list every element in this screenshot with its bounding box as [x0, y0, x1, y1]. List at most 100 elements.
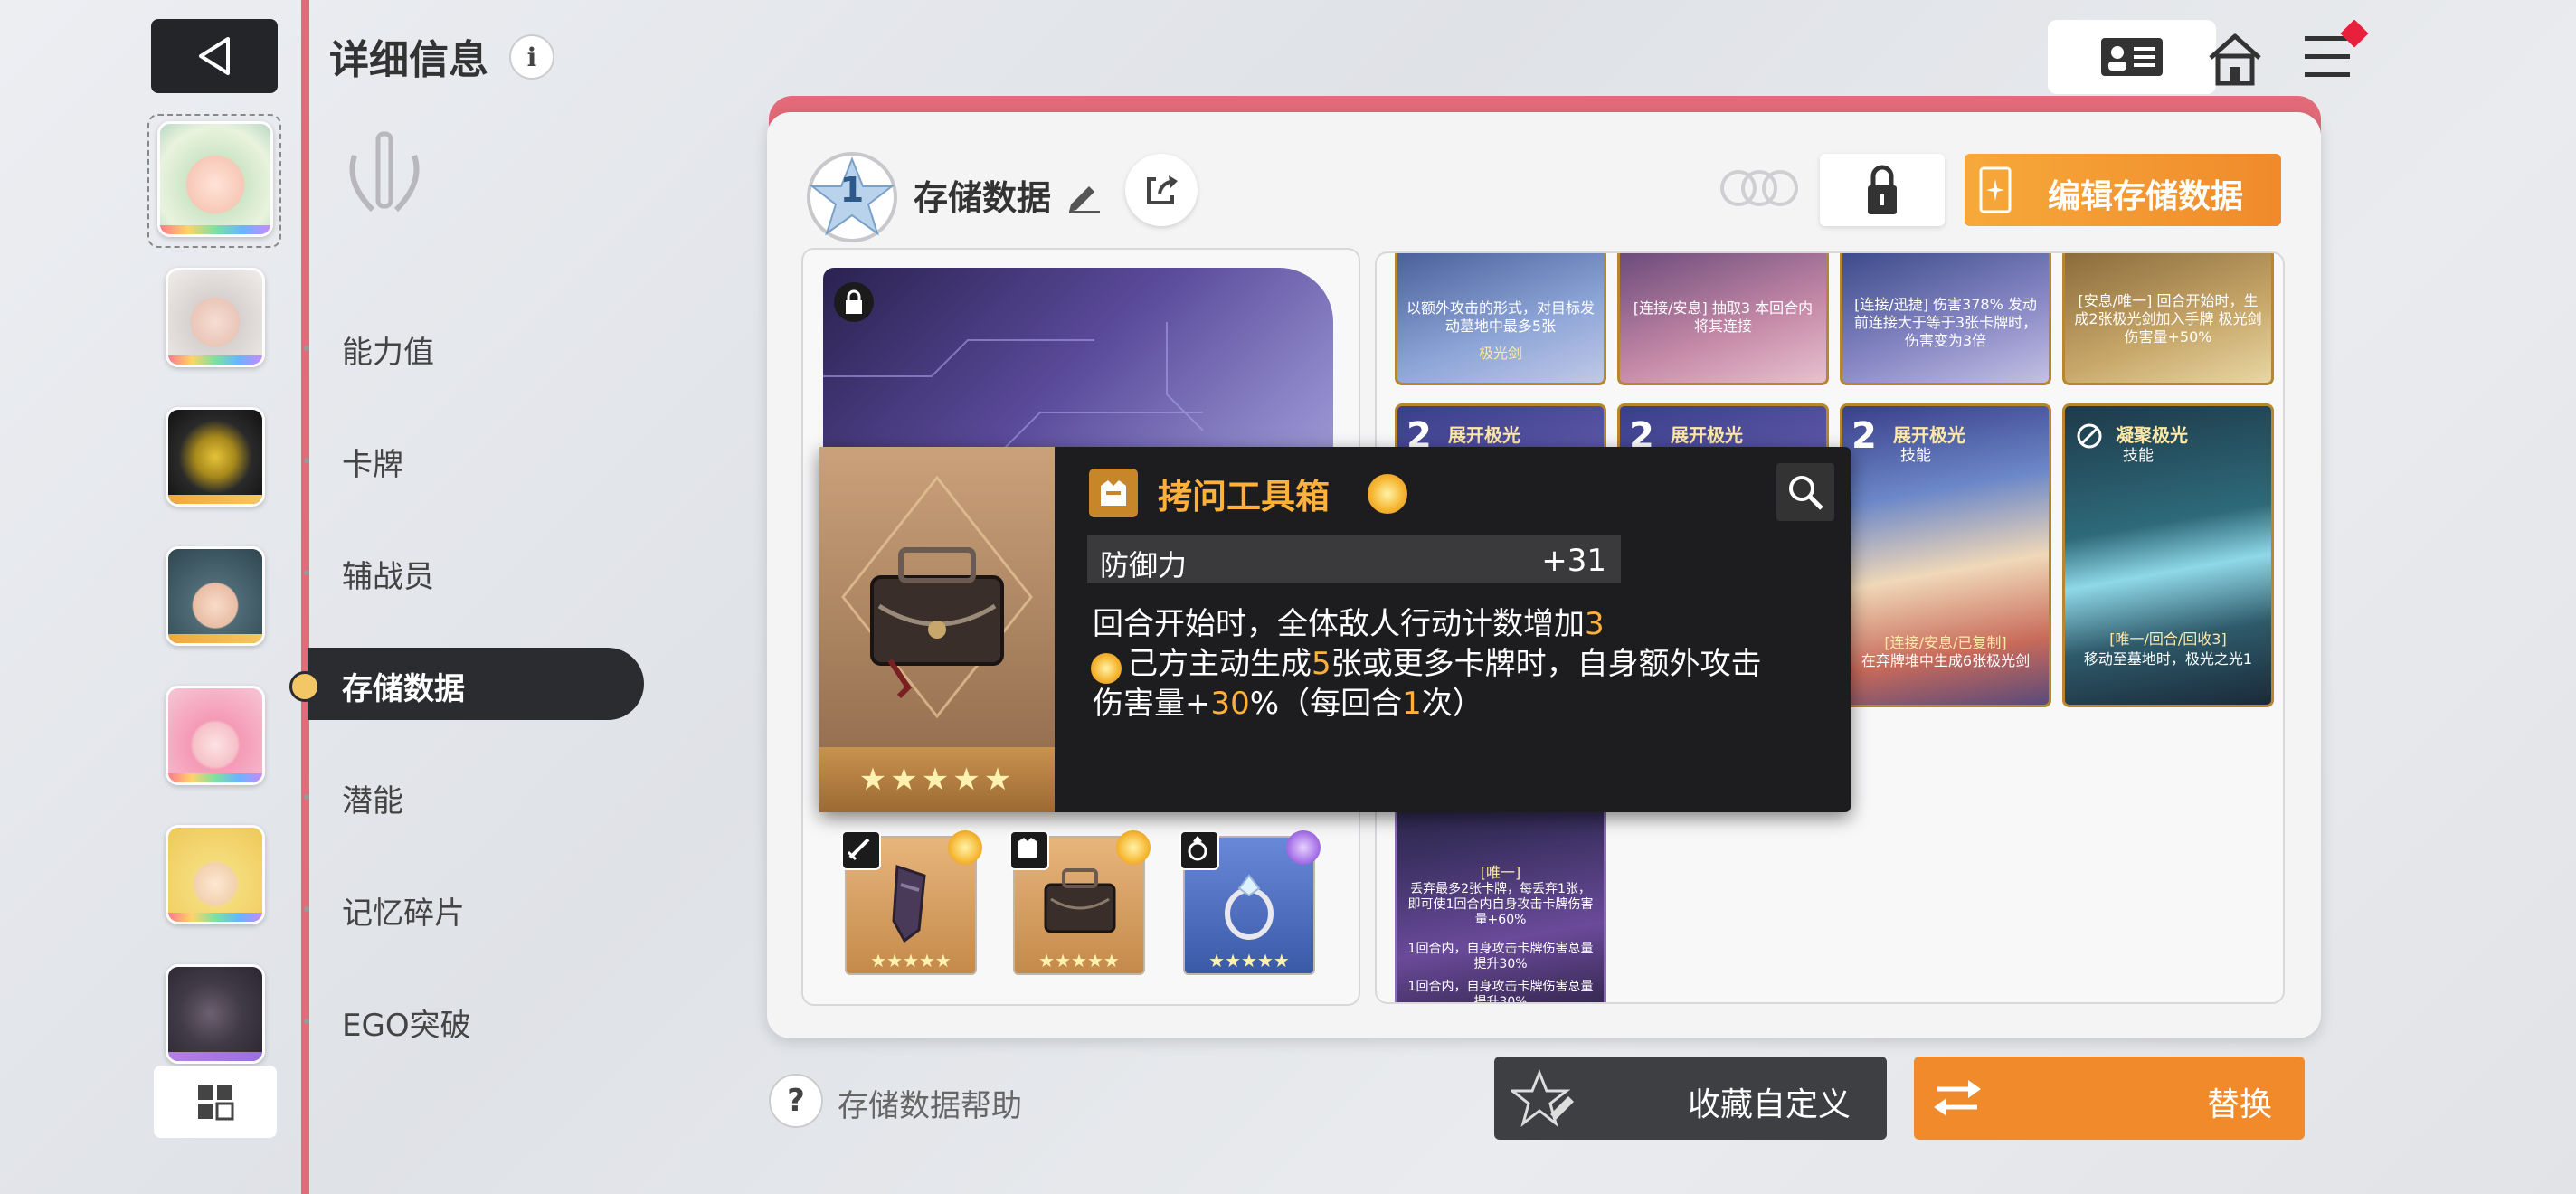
pencil-icon[interactable] [1065, 177, 1102, 213]
slot-stars: ★★★★★ [870, 950, 952, 971]
character-portrait[interactable] [157, 121, 273, 237]
character-portrait[interactable] [166, 268, 265, 367]
tooltip-item-name: 拷问工具箱 [1158, 477, 1331, 516]
tooltip-stat-row: 防御力 +31 [1087, 535, 1621, 583]
menu-item-stats[interactable]: 能力值 [342, 327, 434, 372]
deck-card[interactable]: 2 展开极光 技能 [连接/安息/已复制] 在弃牌堆中生成6张极光剑 [1840, 403, 2051, 707]
card-description: 1回合内，自身攻击卡牌伤害总量提升30% [1407, 980, 1594, 1004]
info-icon[interactable]: i [509, 34, 554, 80]
selection-bar [301, 0, 309, 1194]
toolbox-item-icon [1044, 868, 1116, 933]
id-card-icon [2101, 38, 2163, 76]
help-icon[interactable]: ? [769, 1074, 823, 1128]
menu-item-support[interactable]: 辅战员 [342, 552, 434, 596]
character-portrait[interactable] [166, 546, 265, 646]
card-tag: 极光剑 [1478, 345, 1522, 362]
menu-item-cards[interactable]: 卡牌 [342, 440, 403, 484]
tooltip-effect-line-2: 己方主动生成5张或更多卡牌时，自身额外攻击 [1127, 646, 1762, 682]
card-description: 1回合内，自身攻击卡牌伤害总量提升30% [1407, 942, 1594, 971]
deck-card[interactable]: [安息/唯一] 回合开始时，生成2张极光剑加入手牌 极光剑伤害量+50% [2062, 253, 2274, 385]
back-button[interactable] [151, 19, 278, 93]
magnify-button[interactable] [1776, 463, 1834, 521]
share-icon [1147, 175, 1178, 204]
slot-number: 1 [839, 170, 865, 210]
tooltip-effect-line-3: 伤害量+30%（每回合1次） [1093, 686, 1483, 722]
menu-item-memory-fragments[interactable]: 记忆碎片 [342, 888, 465, 933]
equipment-slot-accessory[interactable]: ★★★★★ [1179, 830, 1321, 975]
menu-dot [304, 1019, 309, 1024]
lock-icon [846, 289, 862, 314]
card-type: 技能 [2123, 447, 2154, 465]
card-banned-icon [2077, 423, 2102, 449]
back-arrow-icon [199, 37, 230, 75]
card-cost: 2 [1852, 415, 1877, 457]
deck-card[interactable]: 凝聚极光 技能 [唯一/回合/回收3] 移动至墓地时，极光之光1 [2062, 403, 2274, 707]
card-type: 技能 [1900, 447, 1931, 465]
lock-icon [1868, 165, 1897, 214]
slot-stars: ★★★★★ [1038, 950, 1120, 971]
menu-dot [304, 570, 309, 575]
edit-storage-label: 编辑存储数据 [2048, 178, 2244, 215]
menu-item-potential[interactable]: 潜能 [342, 776, 403, 820]
gauntlet-item-icon [892, 864, 926, 943]
collect-icon [1511, 1069, 1574, 1127]
item-tooltip: ★★★★★ 拷问工具箱 防御力 +31 回合开始时，全体敌人行动计数增加3 己方… [819, 447, 1851, 812]
replace-label: 替换 [2206, 1086, 2272, 1123]
deck-card[interactable]: 以额外攻击的形式，对目标发动墓地中最多5张 极光剑 [1395, 253, 1606, 385]
tooltip-stars: ★★★★★ [819, 747, 1055, 812]
stat-value: +31 [1541, 543, 1606, 579]
home-icon [2209, 33, 2261, 86]
card-lock-badge [834, 282, 874, 322]
character-portrait[interactable] [166, 686, 265, 785]
card-tag: [唯一/回合/回收3] [2109, 630, 2227, 648]
decor-rings [1720, 170, 1798, 206]
card-description: 移动至墓地时，极光之光1 [2083, 650, 2253, 668]
equipment-slot-weapon[interactable]: ★★★★★ [841, 830, 982, 975]
ring-icon [1179, 830, 1219, 870]
character-portrait[interactable] [166, 407, 265, 507]
menu-item-ego-breakthrough[interactable]: EGO突破 [342, 1000, 471, 1045]
collect-custom-label: 收藏自定义 [1687, 1086, 1851, 1123]
lock-button[interactable] [1820, 154, 1945, 226]
edit-data-icon [1979, 166, 2012, 213]
card-tag: [唯一] [1480, 864, 1521, 881]
panel-title: 存储数据 [914, 178, 1052, 218]
toolbox-item-icon [841, 475, 1033, 719]
main-menu-button[interactable] [2301, 19, 2370, 89]
card-description: [连接/迅捷] 伤害378% 发动前连接大于等于3张卡牌时，伤害变为3倍 [1853, 296, 2038, 349]
character-portrait[interactable] [166, 825, 265, 924]
sword-icon [841, 830, 881, 870]
card-description: 以额外攻击的形式，对目标发动墓地中最多5张 [1406, 299, 1596, 335]
menu-dot [304, 458, 309, 463]
home-button[interactable] [2205, 29, 2265, 89]
deck-card[interactable]: [连接/迅捷] 伤害378% 发动前连接大于等于3张卡牌时，伤害变为3倍 [1840, 253, 2051, 385]
profile-card-button[interactable] [2048, 20, 2216, 94]
tooltip-effect-line-1: 回合开始时，全体敌人行动计数增加3 [1093, 606, 1605, 642]
menu-item-storage-data[interactable]: 存储数据 [342, 664, 465, 708]
armor-icon [1089, 469, 1138, 517]
sun-gem-icon [1116, 830, 1151, 865]
sun-gem-icon [948, 830, 982, 865]
card-description: [安息/唯一] 回合开始时，生成2张极光剑加入手牌 极光剑伤害量+50% [2074, 292, 2262, 346]
arcane-gem-icon [1286, 830, 1321, 865]
help-label[interactable]: 存储数据帮助 [838, 1081, 1022, 1125]
share-button[interactable] [1125, 154, 1198, 226]
ring-item-icon [1225, 874, 1274, 940]
replace-button[interactable]: 替换 [1914, 1057, 2305, 1140]
armor-icon [1009, 830, 1049, 870]
edit-storage-button[interactable]: 编辑存储数据 [1965, 154, 2281, 226]
deck-card[interactable]: [连接/安息] 抽取3 本回合内将其连接 [1617, 253, 1829, 385]
page-title: 详细信息 [329, 37, 488, 83]
stat-name: 防御力 [1100, 548, 1188, 583]
character-portrait[interactable] [166, 964, 265, 1064]
menu-dot [304, 794, 309, 800]
equipment-slot-armor[interactable]: ★★★★★ [1009, 830, 1151, 975]
card-description: 丢弃最多2张卡牌，每丢弃1张，即可使1回合内自身攻击卡牌伤害量+60% [1407, 882, 1594, 927]
slot-stars: ★★★★★ [1208, 950, 1290, 971]
grid-icon [198, 1085, 234, 1121]
collect-custom-button[interactable]: 收藏自定义 [1494, 1057, 1887, 1140]
menu-dot [304, 346, 309, 351]
sun-gem-icon [1091, 653, 1122, 684]
menu-dot [304, 906, 309, 912]
grid-view-button[interactable] [154, 1066, 277, 1138]
